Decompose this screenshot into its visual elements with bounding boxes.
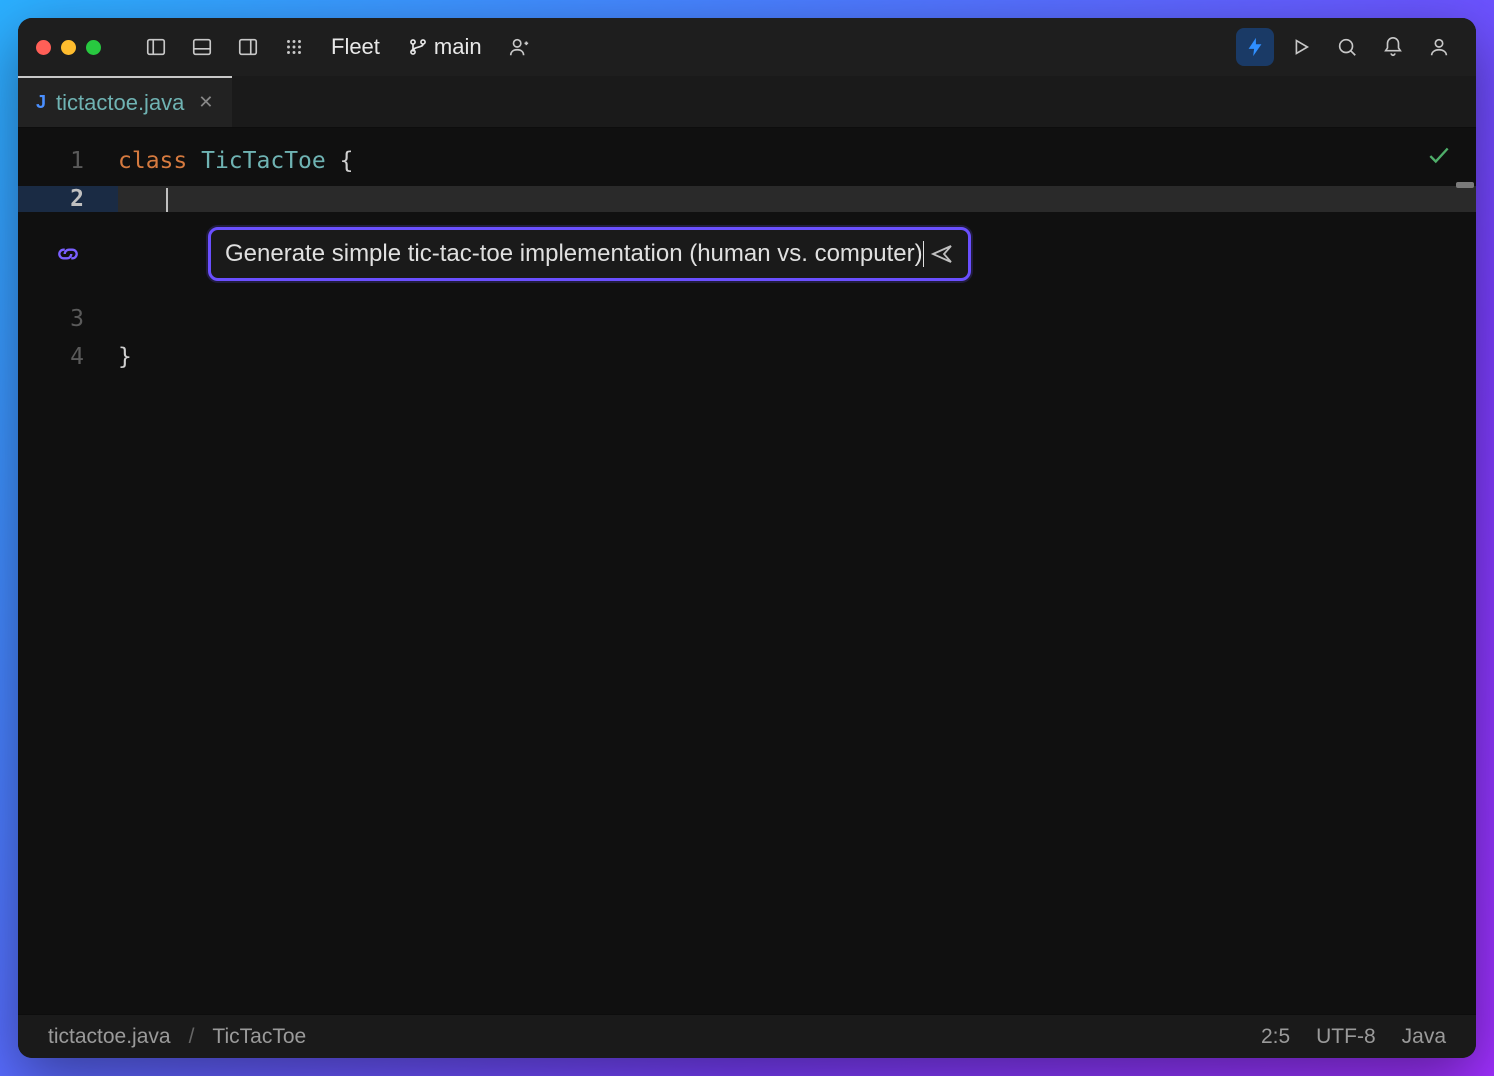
titlebar: Fleet main (18, 18, 1476, 76)
editor-tab[interactable]: J tictactoe.java ✕ (18, 76, 232, 127)
ai-prompt-text: Generate simple tic-tac-toe implementati… (225, 240, 923, 268)
status-language[interactable]: Java (1394, 1025, 1454, 1049)
scrollbar-marker (1456, 182, 1474, 188)
editor-area[interactable]: 1 class TicTacToe { 2 Generate simple ti… (18, 128, 1476, 1014)
ai-prompt-row: Generate simple tic-tac-toe implementati… (18, 218, 1476, 290)
tab-bar: J tictactoe.java ✕ (18, 76, 1476, 128)
search-button[interactable] (1328, 28, 1366, 66)
line-content: } (118, 344, 1476, 370)
ai-assistant-button[interactable] (1236, 28, 1274, 66)
tab-filename: tictactoe.java (56, 90, 184, 116)
bottom-panel-toggle[interactable] (183, 28, 221, 66)
code-line-3[interactable]: 3 (18, 300, 1476, 338)
close-window-button[interactable] (36, 40, 51, 55)
window-controls (36, 40, 101, 55)
breadcrumb-separator: / (189, 1025, 195, 1049)
apps-grid-icon[interactable] (275, 28, 313, 66)
maximize-window-button[interactable] (86, 40, 101, 55)
run-button[interactable] (1282, 28, 1320, 66)
person-icon (1428, 36, 1450, 58)
line-number: 3 (18, 306, 118, 332)
status-file[interactable]: tictactoe.java (40, 1025, 179, 1049)
line-number: 1 (18, 148, 118, 174)
minimize-window-button[interactable] (61, 40, 76, 55)
status-symbol[interactable]: TicTacToe (204, 1025, 314, 1049)
bolt-icon (1244, 36, 1266, 58)
inspection-ok-icon[interactable] (1426, 142, 1452, 174)
text-cursor (923, 241, 925, 267)
add-collaborator-button[interactable] (500, 28, 538, 66)
java-file-icon: J (36, 92, 46, 113)
line-content: class TicTacToe { (118, 148, 1476, 174)
account-button[interactable] (1420, 28, 1458, 66)
git-branch-selector[interactable]: main (398, 34, 492, 60)
left-panel-toggle[interactable] (137, 28, 175, 66)
status-bar: tictactoe.java / TicTacToe 2:5 UTF-8 Jav… (18, 1014, 1476, 1058)
line-number: 4 (18, 344, 118, 370)
right-panel-toggle[interactable] (229, 28, 267, 66)
status-encoding[interactable]: UTF-8 (1308, 1025, 1384, 1049)
status-cursor-position[interactable]: 2:5 (1253, 1025, 1298, 1049)
close-tab-button[interactable]: ✕ (198, 92, 213, 113)
ai-prompt-input[interactable]: Generate simple tic-tac-toe implementati… (208, 227, 971, 281)
notifications-button[interactable] (1374, 28, 1412, 66)
line-number: 2 (18, 186, 118, 212)
play-icon (1290, 36, 1312, 58)
app-name-label[interactable]: Fleet (321, 34, 390, 60)
ai-send-button[interactable] (930, 242, 954, 266)
branch-icon (408, 37, 428, 57)
line-content (118, 186, 1476, 212)
code-line-4[interactable]: 4 } (18, 338, 1476, 376)
code-line-2[interactable]: 2 (18, 180, 1476, 218)
search-icon (1336, 36, 1358, 58)
ai-link-icon[interactable] (18, 241, 118, 267)
branch-name: main (434, 34, 482, 60)
app-window: Fleet main J tictactoe.java ✕ (18, 18, 1476, 1058)
bell-icon (1382, 36, 1404, 58)
code-line-1[interactable]: 1 class TicTacToe { (18, 142, 1476, 180)
text-cursor (166, 188, 168, 212)
send-icon (930, 242, 954, 266)
